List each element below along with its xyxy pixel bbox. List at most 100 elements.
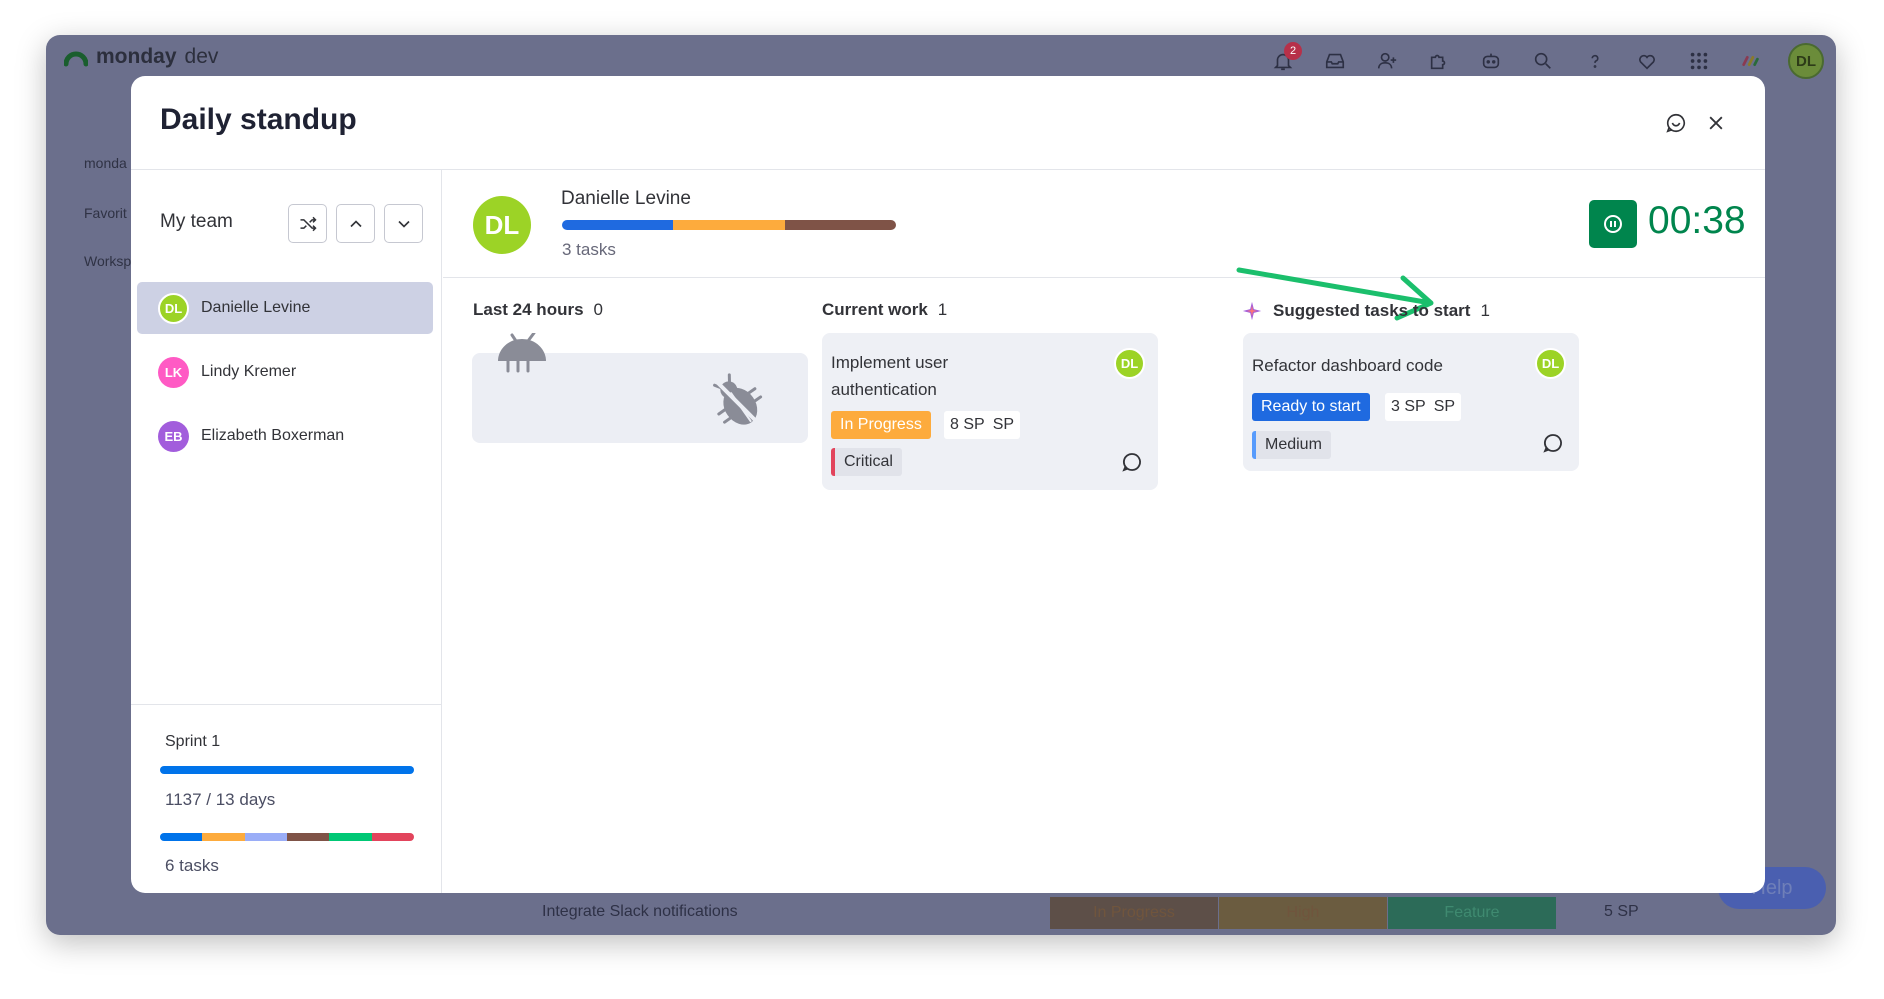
- favorites-heart-icon[interactable]: [1632, 46, 1662, 76]
- feedback-icon[interactable]: [1661, 108, 1691, 138]
- member-name: Lindy Kremer: [201, 363, 297, 380]
- task-card[interactable]: Refactor dashboard code DL Ready to star…: [1243, 333, 1579, 471]
- app-switcher-grid-icon[interactable]: [1684, 46, 1714, 76]
- sprint-days: 1137 / 13 days: [165, 790, 276, 809]
- team-header: My team: [160, 211, 233, 232]
- column-current-work: Current work 1: [822, 300, 947, 320]
- bug-half-icon: [498, 333, 546, 373]
- brand-name: monday: [96, 45, 177, 68]
- chevron-up-icon: [349, 219, 362, 227]
- status-segment: [202, 833, 245, 841]
- user-avatar[interactable]: DL: [1788, 43, 1824, 79]
- bg-sidebar-partial: monda: [84, 155, 127, 171]
- member-name: Elizabeth Boxerman: [201, 427, 345, 444]
- invite-user-icon[interactable]: [1372, 46, 1402, 76]
- notification-badge: 2: [1284, 42, 1302, 60]
- person-task-count: 3 tasks: [562, 240, 616, 259]
- apps-puzzle-icon[interactable]: [1424, 46, 1454, 76]
- member-avatar: LK: [158, 356, 189, 388]
- status-segment: [784, 220, 896, 230]
- status-segment: [371, 833, 414, 841]
- team-member-item[interactable]: DL Danielle Levine: [137, 282, 433, 334]
- story-points-value: 8 SP: [950, 416, 985, 433]
- task-title: Implement user authentication: [831, 349, 948, 403]
- status-label[interactable]: Ready to start: [1252, 393, 1370, 421]
- column-suggested-tasks: Suggested tasks to start 1: [1241, 300, 1490, 322]
- status-segment: [244, 833, 287, 841]
- team-member-item[interactable]: LK Lindy Kremer: [137, 346, 433, 398]
- member-name: Danielle Levine: [201, 299, 311, 316]
- bg-row-type: Feature: [1388, 897, 1556, 929]
- search-icon[interactable]: [1528, 46, 1558, 76]
- story-points: 3 SP SP: [1385, 393, 1462, 421]
- status-segment: [160, 833, 203, 841]
- bug-icon: [713, 373, 763, 427]
- story-points-unit: SP: [1433, 398, 1456, 415]
- person-name: Danielle Levine: [561, 188, 691, 209]
- monday-products-icon[interactable]: [1736, 46, 1766, 76]
- column-count: 1: [937, 300, 948, 319]
- modal-header: Daily standup: [131, 76, 1765, 170]
- comment-icon[interactable]: [1120, 450, 1144, 474]
- bg-row-priority: High: [1219, 897, 1387, 929]
- sprint-name: Sprint 1: [165, 733, 221, 750]
- assignee-avatar[interactable]: DL: [1114, 348, 1145, 379]
- ai-robot-icon[interactable]: [1476, 46, 1506, 76]
- priority-label[interactable]: Critical: [831, 448, 902, 476]
- bg-table-row: Integrate Slack notifications In Progres…: [416, 890, 1816, 935]
- member-avatar: DL: [158, 292, 189, 324]
- column-title: Current work: [822, 300, 928, 319]
- modal-title: Daily standup: [160, 103, 357, 136]
- task-card[interactable]: Implement user authentication DL In Prog…: [822, 333, 1158, 490]
- shuffle-icon: [300, 216, 317, 231]
- pause-icon: [1604, 215, 1622, 233]
- sprint-task-count: 6 tasks: [165, 856, 219, 875]
- timer-display: 00:38: [1648, 199, 1746, 242]
- status-segment: [673, 220, 785, 230]
- bg-sidebar-partial: Worksp: [84, 253, 132, 269]
- team-member-item[interactable]: EB Elizabeth Boxerman: [137, 410, 433, 462]
- top-bar: monday dev 2 DL: [46, 35, 1836, 81]
- monday-logo-icon: [64, 51, 88, 67]
- team-controls: [288, 204, 423, 243]
- person-header: DL Danielle Levine 3 tasks 00:38: [443, 170, 1765, 278]
- notifications-icon[interactable]: 2: [1268, 42, 1302, 76]
- task-title: Refactor dashboard code: [1252, 356, 1443, 375]
- top-icons: 2 DL: [1268, 42, 1824, 79]
- task-title-line: authentication: [831, 380, 937, 399]
- column-title: Suggested tasks to start: [1273, 301, 1471, 320]
- status-segment: [286, 833, 330, 841]
- ai-sparkle-icon: [1242, 301, 1262, 321]
- chevron-down-icon: [397, 220, 410, 228]
- sprint-progress-bar: [160, 766, 414, 774]
- previous-member-button[interactable]: [336, 204, 375, 243]
- shuffle-button[interactable]: [288, 204, 327, 243]
- column-last-24-hours: Last 24 hours 0: [473, 300, 603, 320]
- standup-content: DL Danielle Levine 3 tasks 00:38 Last 24…: [443, 170, 1765, 893]
- status-label[interactable]: In Progress: [831, 411, 931, 439]
- empty-state-card: [472, 333, 808, 443]
- person-avatar: DL: [473, 196, 531, 254]
- story-points: 8 SP SP: [944, 411, 1021, 439]
- brand-logo[interactable]: monday dev: [64, 45, 218, 69]
- brand-suffix: dev: [184, 45, 219, 68]
- inbox-icon[interactable]: [1320, 46, 1350, 76]
- assignee-avatar[interactable]: DL: [1535, 348, 1566, 379]
- status-segment: [562, 220, 674, 230]
- person-status-bar: [562, 220, 896, 230]
- sprint-summary: Sprint 1 1137 / 13 days 6 tasks: [131, 704, 442, 893]
- column-count: 0: [593, 300, 604, 319]
- priority-label[interactable]: Medium: [1252, 431, 1331, 459]
- status-segment: [329, 833, 372, 841]
- bg-row-status: In Progress: [1050, 897, 1218, 929]
- bg-row-sp: 5 SP: [1604, 903, 1639, 920]
- member-avatar: EB: [158, 420, 189, 452]
- close-icon[interactable]: [1701, 108, 1731, 138]
- help-icon[interactable]: [1580, 46, 1610, 76]
- next-member-button[interactable]: [384, 204, 423, 243]
- column-title: Last 24 hours: [473, 300, 584, 319]
- team-panel: My team DL Danielle Levine LK Lindy Krem…: [131, 170, 442, 893]
- comment-icon[interactable]: [1541, 431, 1565, 455]
- bg-row-task: Integrate Slack notifications: [542, 903, 738, 920]
- pause-timer-button[interactable]: [1589, 200, 1637, 248]
